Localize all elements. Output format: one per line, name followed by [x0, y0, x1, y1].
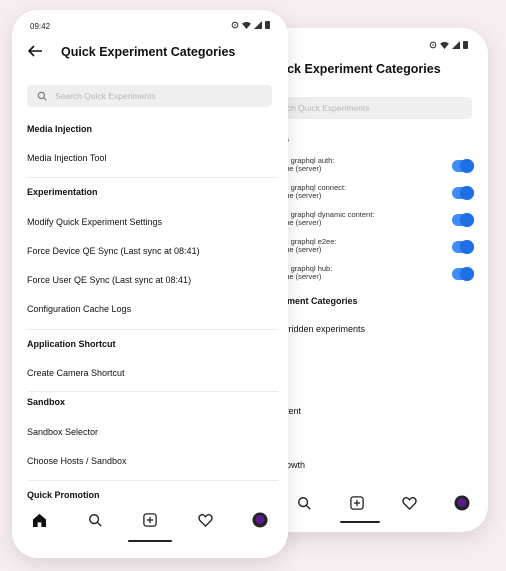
menu-item-configuration-cache-logs[interactable]: Configuration Cache Logs	[27, 304, 278, 314]
menu-item-force-device-qe-sync[interactable]: Force Device QE Sync (Last sync at 08:41…	[27, 246, 278, 256]
menu-item-create-camera-shortcut[interactable]: Create Camera Shortcut	[27, 368, 278, 378]
toggle-switch[interactable]	[452, 186, 474, 200]
menu-item[interactable]: ontent	[276, 406, 478, 416]
search-input[interactable]	[55, 91, 272, 101]
menu-item[interactable]: Growth	[276, 460, 478, 470]
section-title-sandbox: Sandbox	[27, 397, 66, 407]
battery-icon	[463, 40, 468, 51]
heart-icon[interactable]	[195, 510, 215, 530]
divider	[27, 480, 278, 481]
toggle-switch[interactable]	[452, 159, 474, 173]
wifi-icon	[242, 21, 251, 31]
section-title: eriment Categories	[276, 296, 358, 306]
divider	[27, 177, 278, 178]
profile-avatar-icon[interactable]	[250, 510, 270, 530]
bottom-nav	[12, 505, 288, 535]
search-icon[interactable]	[85, 510, 105, 530]
search-bar[interactable]	[276, 97, 472, 119]
status-time: 09:42	[30, 22, 51, 31]
back-header: uick Experiment Categories	[276, 54, 488, 84]
menu-item-modify-qe-settings[interactable]: Modify Quick Experiment Settings	[27, 217, 278, 227]
menu-item-sandbox-selector[interactable]: Sandbox Selector	[27, 427, 278, 437]
toggle-switch[interactable]	[452, 267, 474, 281]
status-icons	[231, 20, 270, 31]
setting-item: ring graphql dynamic content: · true (se…	[276, 210, 375, 227]
signal-icon	[254, 20, 262, 31]
front-phone: 09:42 Quick Experiment Categories M	[12, 10, 288, 558]
wifi-icon	[440, 41, 449, 51]
search-icon[interactable]	[294, 493, 314, 513]
section-title-quick-promotion: Quick Promotion	[27, 490, 100, 500]
profile-avatar-icon[interactable]	[452, 493, 472, 513]
add-icon[interactable]	[347, 493, 367, 513]
section-title: ms	[276, 134, 478, 144]
status-bar: 09:42	[12, 10, 288, 40]
page-title: uick Experiment Categories	[276, 62, 441, 76]
menu-item[interactable]: verridden experiments	[276, 324, 478, 334]
front-header: Quick Experiment Categories	[12, 37, 288, 67]
bottom-nav	[278, 488, 488, 518]
search-icon	[37, 91, 47, 101]
home-indicator	[128, 540, 172, 542]
back-arrow-icon[interactable]	[27, 43, 45, 61]
divider	[27, 329, 278, 330]
target-icon	[231, 21, 239, 31]
target-icon	[429, 41, 437, 51]
home-indicator	[340, 521, 380, 523]
toggle-switch[interactable]	[452, 213, 474, 227]
add-icon[interactable]	[140, 510, 160, 530]
battery-icon	[265, 20, 270, 31]
page-title: Quick Experiment Categories	[61, 45, 236, 59]
signal-icon	[452, 40, 460, 51]
section-title-media-injection: Media Injection	[27, 124, 93, 134]
home-icon[interactable]	[30, 510, 50, 530]
search-bar[interactable]	[27, 85, 272, 107]
section-title-experimentation: Experimentation	[27, 187, 98, 197]
menu-item-media-injection-tool[interactable]: Media Injection Tool	[27, 153, 278, 163]
heart-icon[interactable]	[399, 493, 419, 513]
section-title-application-shortcut: Application Shortcut	[27, 339, 116, 349]
menu-item-choose-hosts-sandbox[interactable]: Choose Hosts / Sandbox	[27, 456, 278, 466]
status-icons	[429, 40, 468, 51]
menu-item-force-user-qe-sync[interactable]: Force User QE Sync (Last sync at 08:41)	[27, 275, 278, 285]
search-input[interactable]	[284, 103, 472, 113]
divider	[27, 391, 278, 392]
toggle-switch[interactable]	[452, 240, 474, 254]
